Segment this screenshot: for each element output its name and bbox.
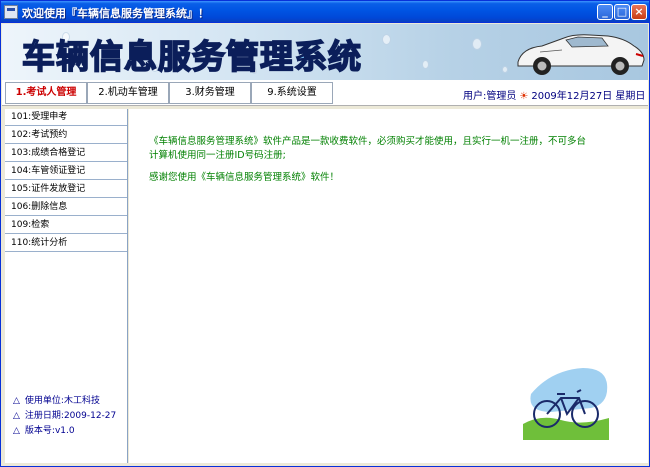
unit-info: △ 使用单位:木工科技 bbox=[13, 396, 100, 406]
notice-line-2: 计算机使用同一注册ID号码注册; bbox=[149, 150, 286, 161]
app-window: 欢迎使用『车辆信息服务管理系统』！ _ □ × 车辆信息服务管理系统 1.考试人… bbox=[0, 0, 650, 467]
date-label: 2009年12月27日 星期日 bbox=[531, 91, 646, 102]
tab-system-settings[interactable]: 9.系统设置 bbox=[251, 82, 333, 104]
sidebar-item-pass-registration[interactable]: 103:成绩合格登记 bbox=[5, 145, 127, 162]
sidebar-item-statistics[interactable]: 110:统计分析 bbox=[5, 235, 127, 252]
title-bar[interactable]: 欢迎使用『车辆信息服务管理系统』！ _ □ × bbox=[1, 1, 649, 23]
water-drop bbox=[422, 60, 429, 69]
banner-title: 车辆信息服务管理系统 bbox=[21, 36, 362, 77]
minimize-button[interactable]: _ bbox=[597, 4, 613, 20]
maximize-button[interactable]: □ bbox=[614, 4, 630, 20]
tab-vehicle-management[interactable]: 2.机动车管理 bbox=[87, 82, 169, 104]
header-banner: 车辆信息服务管理系统 bbox=[2, 24, 648, 80]
triangle-icon: △ bbox=[13, 411, 20, 421]
status-info: 用户:管理员 ☀ 2009年12月27日 星期日 bbox=[463, 87, 645, 102]
app-icon[interactable] bbox=[4, 5, 18, 19]
thanks-line: 感谢您使用《车辆信息服务管理系统》软件！ bbox=[149, 172, 340, 183]
sidebar-item-exam-booking[interactable]: 102:考试预约 bbox=[5, 127, 127, 144]
main-content: 《车辆信息服务管理系统》软件产品是一款收费软件，必须购买才能使用，且实行一机一注… bbox=[129, 109, 648, 463]
user-label: 用户:管理员 bbox=[463, 91, 517, 102]
triangle-icon: △ bbox=[13, 396, 20, 406]
water-drop bbox=[382, 34, 391, 45]
sidebar-item-accept-application[interactable]: 101:受理申考 bbox=[5, 109, 127, 126]
bicycle-illustration-icon bbox=[523, 368, 609, 440]
tab-examinee-management[interactable]: 1.考试人管理 bbox=[5, 82, 87, 104]
window-bottom-edge bbox=[2, 463, 648, 466]
water-drop bbox=[472, 38, 482, 50]
menu-bar: 1.考试人管理 2.机动车管理 3.财务管理 9.系统设置 用户:管理员 ☀ 200… bbox=[2, 80, 648, 106]
water-drop bbox=[502, 66, 508, 73]
sidebar-item-license-receipt[interactable]: 104:车管领证登记 bbox=[5, 163, 127, 180]
sidebar-item-certificate-issue[interactable]: 105:证件发放登记 bbox=[5, 181, 127, 198]
register-date-info: △ 注册日期:2009-12-27 bbox=[13, 411, 117, 421]
version-info: △ 版本号:v1.0 bbox=[13, 426, 75, 436]
sidebar: 101:受理申考 102:考试预约 103:成绩合格登记 104:车管领证登记 … bbox=[5, 109, 128, 463]
triangle-icon: △ bbox=[13, 426, 20, 436]
close-button[interactable]: × bbox=[631, 4, 647, 20]
sun-icon: ☀ bbox=[519, 91, 529, 102]
sidebar-item-delete-info[interactable]: 106:删除信息 bbox=[5, 199, 127, 216]
tab-finance-management[interactable]: 3.财务管理 bbox=[169, 82, 251, 104]
sidebar-item-search[interactable]: 109:检索 bbox=[5, 217, 127, 234]
notice-line-1: 《车辆信息服务管理系统》软件产品是一款收费软件，必须购买才能使用，且实行一机一注… bbox=[149, 136, 587, 147]
window-title: 欢迎使用『车辆信息服务管理系统』！ bbox=[22, 7, 209, 20]
car-illustration-icon bbox=[517, 34, 645, 75]
